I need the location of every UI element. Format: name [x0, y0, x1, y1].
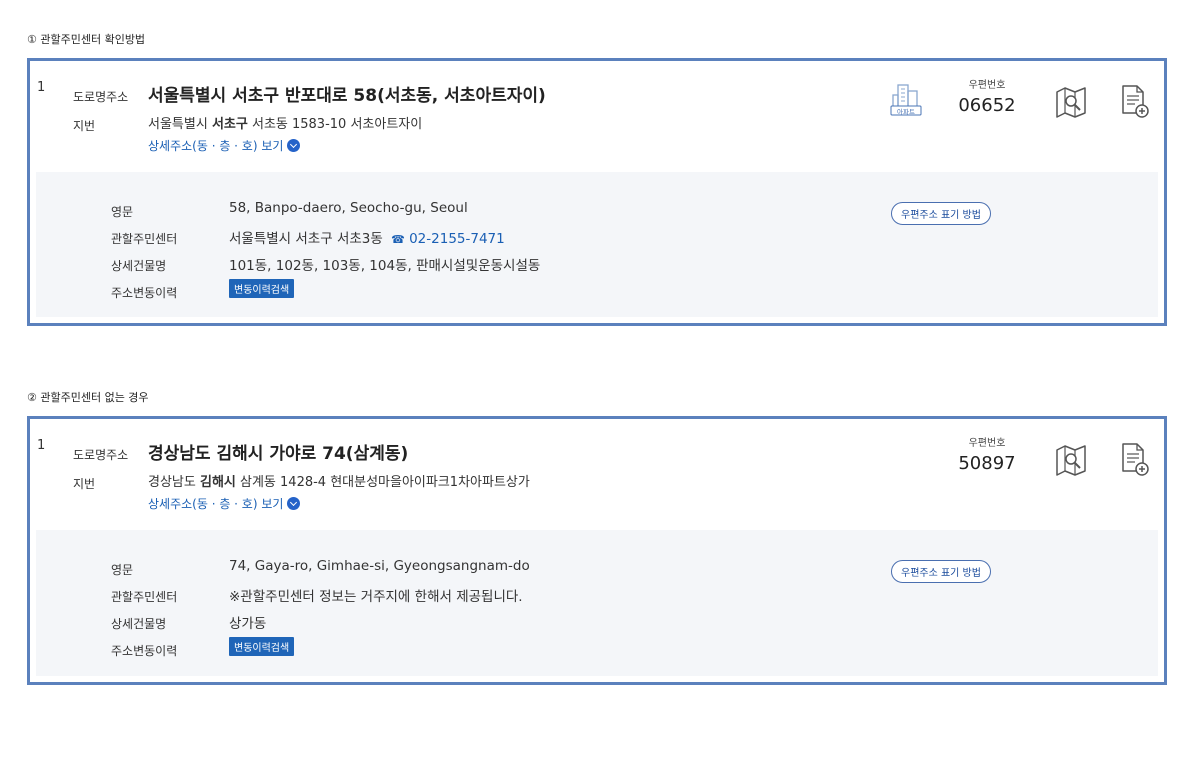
english-label: 영문	[111, 205, 134, 219]
postal-code: 50897	[958, 453, 1016, 474]
chevron-down-icon	[287, 497, 301, 510]
document-add-icon[interactable]	[1120, 441, 1150, 481]
center-label: 관할주민센터	[111, 590, 178, 604]
jibun-bold: 서초구	[211, 117, 248, 132]
history-label: 주소변동이력	[111, 286, 178, 300]
english-label: 영문	[111, 563, 134, 577]
road-address-label: 도로명주소	[73, 448, 129, 462]
history-label: 주소변동이력	[111, 644, 178, 658]
history-search-button[interactable]: 변동이력검색	[229, 279, 295, 298]
jibun-address: 서울특별시 서초구 서초동 1583-10 서초아트자이	[148, 113, 422, 132]
history-search-button[interactable]: 변동이력검색	[229, 637, 295, 656]
address-detail-panel: 영문 58, Banpo-daero, Seocho-gu, Seoul 관할주…	[36, 172, 1158, 317]
center-value: 서울특별시 서초구 서초3동 ☎ 02-2155-7471	[229, 227, 505, 247]
jibun-rest: 삼계동 1428-4 현대분성마을아이파크1차아파트상가	[240, 475, 530, 490]
english-address: 58, Banpo-daero, Seocho-gu, Seoul	[229, 200, 468, 216]
address-result-card-1: 1 도로명주소 서울특별시 서초구 반포대로 58(서초동, 서초아트자이) 지…	[27, 58, 1167, 326]
center-notice: ※관할주민센터 정보는 거주지에 한해서 제공됩니다.	[229, 589, 523, 605]
address-detail-panel: 영문 74, Gaya-ro, Gimhae-si, Gyeongsangnam…	[36, 530, 1158, 676]
chevron-down-icon	[287, 139, 301, 152]
section-title-2: ② 관할주민센터 없는 경우	[27, 391, 149, 404]
building-name-value: 상가동	[229, 616, 267, 632]
result-index: 1	[37, 80, 46, 95]
building-name-label: 상세건물명	[111, 259, 167, 273]
jibun-prefix: 서울특별시	[148, 117, 208, 132]
card-header: 1 도로명주소 서울특별시 서초구 반포대로 58(서초동, 서초아트자이) 지…	[30, 61, 1164, 172]
center-name: 서울특별시 서초구 서초3동	[229, 231, 383, 247]
building-name-value: 101동, 102동, 103동, 104동, 판매시설및운동시설동	[229, 258, 541, 274]
jibun-rest: 서초동 1583-10 서초아트자이	[251, 117, 423, 132]
building-name-label: 상세건물명	[111, 617, 167, 631]
road-address: 서울특별시 서초구 반포대로 58(서초동, 서초아트자이)	[148, 86, 546, 106]
detail-address-toggle[interactable]: 상세주소(동 · 층 · 호) 보기	[148, 495, 301, 512]
center-phone[interactable]: 02-2155-7471	[409, 231, 505, 247]
detail-address-toggle[interactable]: 상세주소(동 · 층 · 호) 보기	[148, 137, 301, 154]
document-add-icon[interactable]	[1120, 83, 1150, 123]
road-address-label: 도로명주소	[73, 90, 129, 104]
road-address: 경상남도 김해시 가야로 74(삼계동)	[148, 444, 409, 464]
phone-icon: ☎	[391, 233, 405, 246]
postal-notation-button[interactable]: 우편주소 표기 방법	[891, 202, 991, 225]
map-icon[interactable]	[1054, 85, 1090, 123]
postal-notation-button[interactable]: 우편주소 표기 방법	[891, 560, 991, 583]
jibun-bold: 김해시	[199, 475, 236, 490]
postal-code: 06652	[958, 95, 1016, 116]
jibun-label: 지번	[73, 477, 96, 491]
apartment-icon-label: 아파트	[897, 108, 915, 116]
card-header: 1 도로명주소 경상남도 김해시 가야로 74(삼계동) 지번 경상남도 김해시…	[30, 419, 1164, 530]
detail-address-label: 상세주소(동 · 층 · 호) 보기	[148, 497, 284, 511]
apartment-icon[interactable]: 아파트	[888, 81, 924, 121]
postal-code-label: 우편번호	[968, 80, 1006, 91]
address-result-card-2: 1 도로명주소 경상남도 김해시 가야로 74(삼계동) 지번 경상남도 김해시…	[27, 416, 1167, 685]
english-address: 74, Gaya-ro, Gimhae-si, Gyeongsangnam-do	[229, 558, 530, 574]
center-label: 관할주민센터	[111, 232, 178, 246]
jibun-prefix: 경상남도	[148, 475, 196, 490]
jibun-address: 경상남도 김해시 삼계동 1428-4 현대분성마을아이파크1차아파트상가	[148, 471, 530, 490]
postal-code-label: 우편번호	[968, 438, 1006, 449]
result-index: 1	[37, 438, 46, 453]
detail-address-label: 상세주소(동 · 층 · 호) 보기	[148, 139, 284, 153]
section-title-1: ① 관할주민센터 확인방법	[27, 33, 146, 46]
map-icon[interactable]	[1054, 443, 1090, 481]
jibun-label: 지번	[73, 119, 96, 133]
